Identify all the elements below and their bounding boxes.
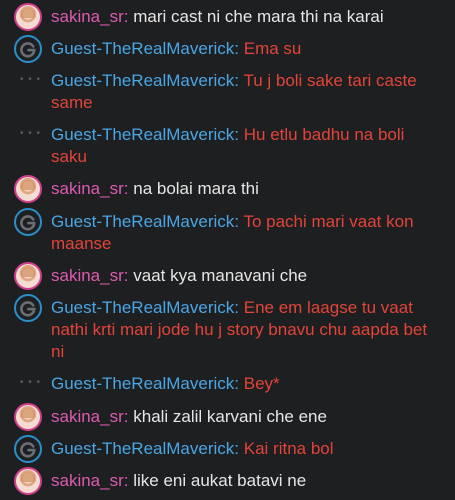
avatar-photo-icon[interactable] xyxy=(14,3,42,31)
message-username[interactable]: Guest-TheRealMaverick xyxy=(51,125,234,144)
message-text: khali zalil karvani che ene xyxy=(133,407,327,426)
message-username[interactable]: sakina_sr xyxy=(51,471,124,490)
guest-g-icon[interactable] xyxy=(14,35,42,63)
avatar-photo-icon[interactable] xyxy=(14,403,42,431)
message-username[interactable]: Guest-TheRealMaverick xyxy=(51,439,234,458)
message-text: na bolai mara thi xyxy=(133,179,259,198)
message-separator: : xyxy=(234,374,240,393)
message-username[interactable]: Guest-TheRealMaverick xyxy=(51,39,234,58)
message-separator: : xyxy=(234,212,240,231)
avatar-photo-icon[interactable] xyxy=(14,467,42,495)
message-username[interactable]: Guest-TheRealMaverick xyxy=(51,298,234,317)
message-separator: : xyxy=(123,266,129,285)
message-text: Ema su xyxy=(243,39,302,58)
message-separator: : xyxy=(234,71,240,90)
ellipsis-icon: • • • xyxy=(20,74,42,85)
message-username[interactable]: Guest-TheRealMaverick xyxy=(51,374,234,393)
message-separator: : xyxy=(123,7,129,26)
avatar-photo-icon[interactable] xyxy=(14,175,42,203)
guest-g-icon[interactable] xyxy=(14,435,42,463)
message-separator: : xyxy=(123,471,129,490)
message-username[interactable]: Guest-TheRealMaverick xyxy=(51,212,234,231)
message-separator: : xyxy=(234,298,240,317)
message-text: mari cast ni che mara thi na karai xyxy=(133,7,384,26)
message-separator: : xyxy=(234,39,240,58)
ellipsis-icon: • • • xyxy=(20,377,42,388)
message-text: vaat kya manavani che xyxy=(133,266,308,285)
guest-g-icon[interactable] xyxy=(14,208,42,236)
message-separator: : xyxy=(234,439,240,458)
guest-g-icon[interactable] xyxy=(14,294,42,322)
message-separator: : xyxy=(123,179,129,198)
message-username[interactable]: sakina_sr xyxy=(51,7,124,26)
message-username[interactable]: Guest-TheRealMaverick xyxy=(51,71,234,90)
avatar-photo-icon[interactable] xyxy=(14,262,42,290)
message-text: Kai ritna bol xyxy=(243,439,334,458)
message-username[interactable]: sakina_sr xyxy=(51,407,124,426)
message-separator: : xyxy=(234,125,240,144)
ellipsis-icon: • • • xyxy=(20,128,42,139)
message-text: like eni aukat batavi ne xyxy=(133,471,307,490)
message-username[interactable]: sakina_sr xyxy=(51,266,124,285)
message-separator: : xyxy=(123,407,129,426)
message-text: Bey* xyxy=(243,374,280,393)
chat-log: sakina_sr: mari cast ni che mara thi na … xyxy=(0,0,455,500)
message-username[interactable]: sakina_sr xyxy=(51,179,124,198)
